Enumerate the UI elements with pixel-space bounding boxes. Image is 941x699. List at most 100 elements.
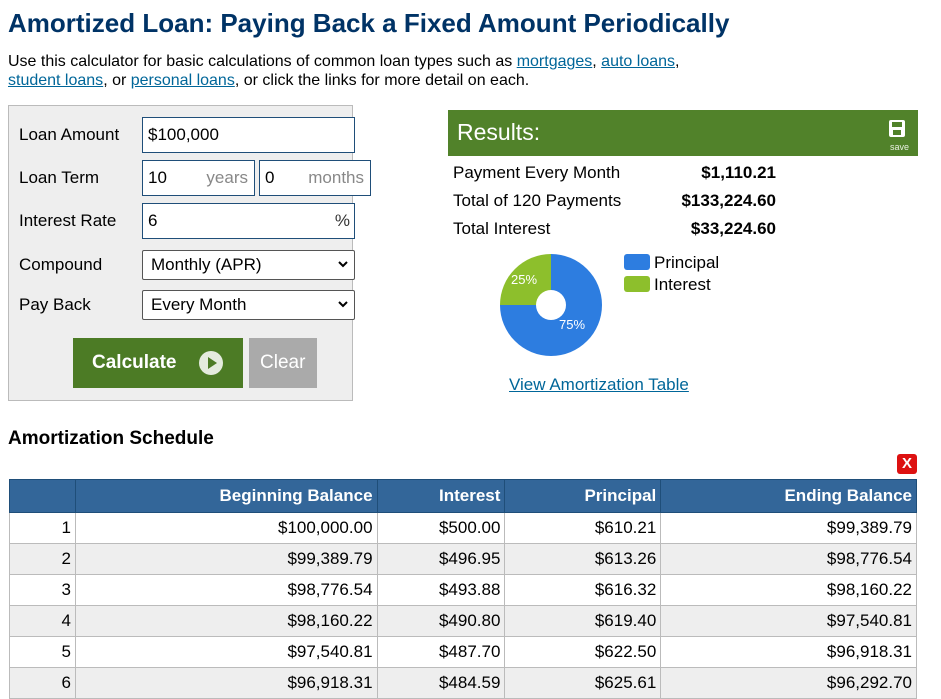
result-label-payment: Payment Every Month xyxy=(453,163,621,182)
compound-label: Compound xyxy=(19,255,103,274)
results-header: Results: save xyxy=(448,110,918,156)
period-cell: 5 xyxy=(9,636,76,668)
save-icon[interactable]: save xyxy=(886,118,909,152)
intro-separator: , or xyxy=(103,72,131,89)
table-row: 3 $98,776.54 $493.88 $616.32 $98,160.22 xyxy=(9,574,917,606)
table-row: 1 $100,000.00 $500.00 $610.21 $99,389.79 xyxy=(9,512,917,544)
interest-cell: $500.00 xyxy=(376,512,506,544)
interest-cell: $487.70 xyxy=(376,636,506,668)
beginning-balance-cell: $96,918.31 xyxy=(74,667,378,699)
principal-cell: $622.50 xyxy=(504,636,662,668)
intro-separator: , xyxy=(675,53,680,70)
view-amortization-table-link[interactable]: View Amortization Table xyxy=(509,375,689,395)
loan-term-years-value: 10 xyxy=(148,168,167,187)
loan-term-years-input[interactable]: 10 years xyxy=(142,160,255,196)
clear-button[interactable]: Clear xyxy=(249,338,317,388)
compound-selected: Monthly (APR) xyxy=(151,255,262,274)
result-value-payment: $1,110.21 xyxy=(701,163,776,182)
intro-suffix: , or click the links for more detail on … xyxy=(234,72,530,89)
pay-back-row: Pay Back Every Month xyxy=(19,287,355,323)
table-row: 4 $98,160.22 $490.80 $619.40 $97,540.81 xyxy=(9,605,917,637)
loan-amount-input[interactable]: $100,000 xyxy=(142,117,355,153)
column-header-ending-balance: Ending Balance xyxy=(660,479,917,513)
table-row: 5 $97,540.81 $487.70 $622.50 $96,918.31 xyxy=(9,636,917,668)
amortization-table: Beginning Balance Interest Principal End… xyxy=(9,479,917,699)
amortization-schedule-title: Amortization Schedule xyxy=(8,428,214,449)
legend-swatch-interest xyxy=(624,276,650,292)
chevron-down-icon xyxy=(338,261,348,268)
period-cell: 4 xyxy=(9,605,76,637)
column-header-interest: Interest xyxy=(376,479,506,513)
loan-term-months-input[interactable]: 0 months xyxy=(259,160,371,196)
pie-label-principal: 75% xyxy=(559,317,585,332)
period-cell: 1 xyxy=(9,512,76,544)
result-value-total-interest: $33,224.60 xyxy=(690,219,776,238)
compound-select[interactable]: Monthly (APR) xyxy=(142,250,355,280)
play-icon xyxy=(199,351,223,375)
compound-row: Compound Monthly (APR) xyxy=(19,247,355,283)
column-header-beginning-balance: Beginning Balance xyxy=(74,479,378,513)
close-schedule-button[interactable]: X xyxy=(897,454,917,474)
ending-balance-cell: $97,540.81 xyxy=(660,605,917,637)
period-cell: 3 xyxy=(9,574,76,606)
months-unit: months xyxy=(308,168,364,187)
interest-rate-value: 6 xyxy=(148,211,158,230)
chevron-down-icon xyxy=(338,301,348,308)
interest-rate-input[interactable]: 6 % xyxy=(142,203,355,239)
link-mortgages[interactable]: mortgages xyxy=(517,53,593,70)
interest-rate-row: Interest Rate 6 % xyxy=(19,203,355,239)
legend-principal: Principal xyxy=(624,253,719,273)
loan-term-months-value: 0 xyxy=(265,168,275,187)
beginning-balance-cell: $98,776.54 xyxy=(74,574,378,606)
clear-label: Clear xyxy=(260,352,306,373)
floppy-disk-icon xyxy=(889,120,905,137)
interest-cell: $490.80 xyxy=(376,605,506,637)
pay-back-select[interactable]: Every Month xyxy=(142,290,355,320)
beginning-balance-cell: $99,389.79 xyxy=(74,543,378,575)
donut-hole xyxy=(536,290,566,320)
ending-balance-cell: $98,160.22 xyxy=(660,574,917,606)
calculate-label: Calculate xyxy=(92,352,177,373)
loan-term-row: Loan Term 10 years 0 months xyxy=(19,160,371,196)
table-row: 6 $96,918.31 $484.59 $625.61 $96,292.70 xyxy=(9,667,917,699)
page-title: Amortized Loan: Paying Back a Fixed Amou… xyxy=(8,8,730,38)
result-label-total-payments: Total of 120 Payments xyxy=(453,191,622,210)
table-row: 2 $99,389.79 $496.95 $613.26 $98,776.54 xyxy=(9,543,917,575)
legend-interest: Interest xyxy=(624,275,711,295)
legend-label-principal: Principal xyxy=(654,253,720,272)
pay-back-label: Pay Back xyxy=(19,295,91,314)
principal-cell: $619.40 xyxy=(504,605,662,637)
result-value-total-payments: $133,224.60 xyxy=(681,191,776,210)
pie-label-interest: 25% xyxy=(511,272,537,287)
ending-balance-cell: $99,389.79 xyxy=(660,512,917,544)
result-label-total-interest: Total Interest xyxy=(453,219,551,238)
link-personal-loans[interactable]: personal loans xyxy=(131,72,235,89)
intro-text: Use this calculator for basic calculatio… xyxy=(8,52,908,90)
interest-rate-label: Interest Rate xyxy=(19,211,117,230)
save-caption: save xyxy=(890,142,910,152)
interest-cell: $496.95 xyxy=(376,543,506,575)
principal-cell: $616.32 xyxy=(504,574,662,606)
link-auto-loans[interactable]: auto loans xyxy=(601,53,675,70)
donut-chart: 25% 75% xyxy=(500,254,602,356)
ending-balance-cell: $96,918.31 xyxy=(660,636,917,668)
column-header-period xyxy=(9,479,76,513)
calculate-button[interactable]: Calculate xyxy=(73,338,243,388)
period-cell: 6 xyxy=(9,667,76,699)
loan-term-label: Loan Term xyxy=(19,168,100,187)
table-header-row: Beginning Balance Interest Principal End… xyxy=(9,479,917,513)
ending-balance-cell: $96,292.70 xyxy=(660,667,917,699)
interest-cell: $493.88 xyxy=(376,574,506,606)
pay-back-selected: Every Month xyxy=(151,295,247,314)
legend-swatch-principal xyxy=(624,254,650,270)
percent-unit: % xyxy=(334,211,350,230)
interest-cell: $484.59 xyxy=(376,667,506,699)
intro-separator: , xyxy=(592,53,602,70)
link-student-loans[interactable]: student loans xyxy=(8,72,103,89)
years-unit: years xyxy=(206,168,248,187)
beginning-balance-cell: $100,000.00 xyxy=(74,512,378,544)
loan-amount-row: Loan Amount $100,000 xyxy=(19,117,355,153)
ending-balance-cell: $98,776.54 xyxy=(660,543,917,575)
period-cell: 2 xyxy=(9,543,76,575)
principal-cell: $610.21 xyxy=(504,512,662,544)
